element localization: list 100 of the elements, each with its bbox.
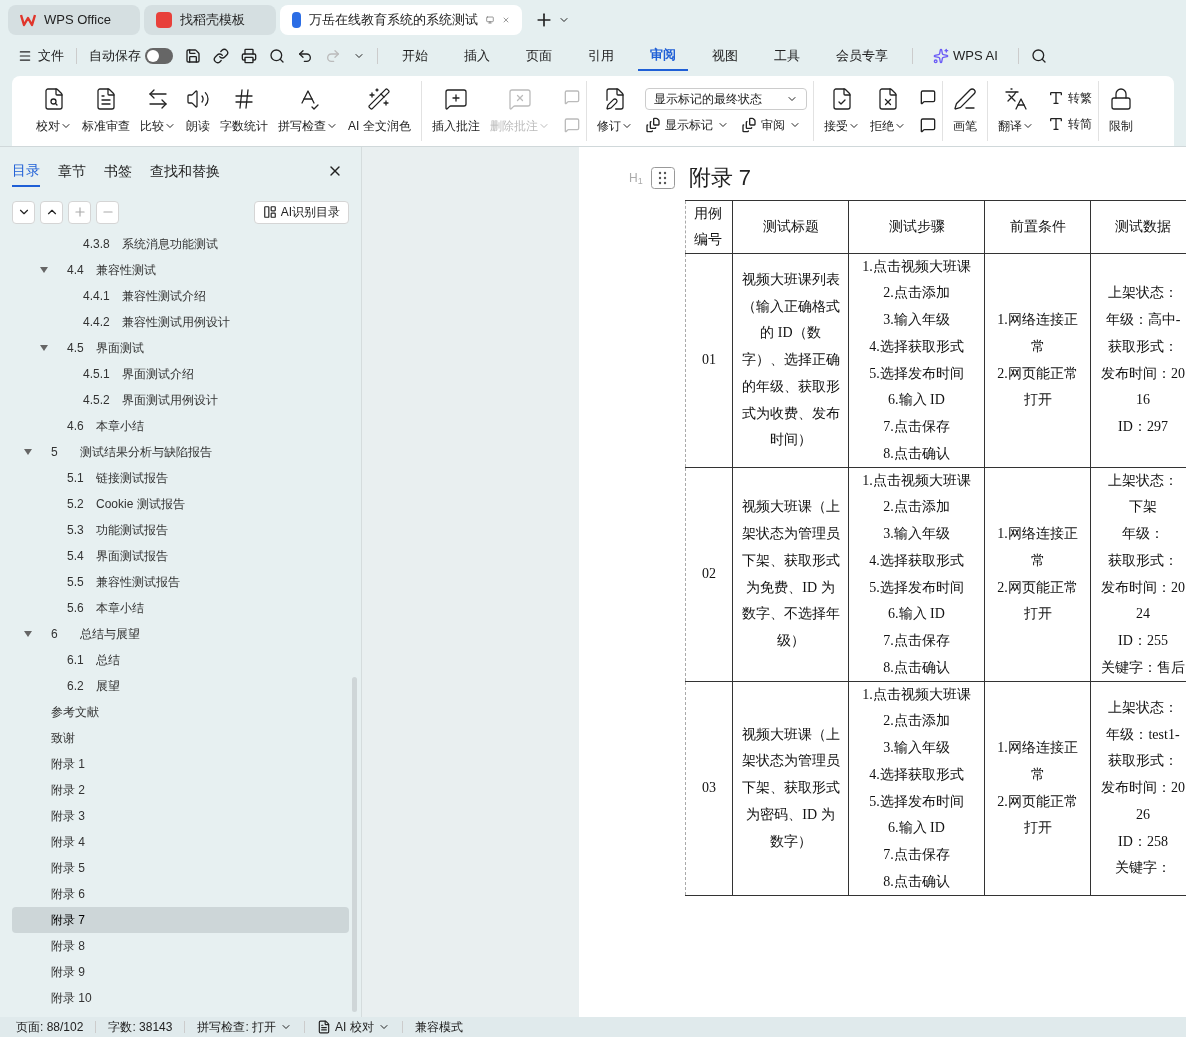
ribbon-button[interactable]: 显示标记 <box>644 116 729 134</box>
toc-item[interactable]: 附录 4 <box>12 829 349 855</box>
ai-toc-button[interactable]: AI识别目录 <box>253 200 349 224</box>
ribbon-button[interactable]: 转繁 <box>1047 89 1092 107</box>
toc-item[interactable]: 附录 5 <box>12 855 349 881</box>
step-text: 8.点击确认 <box>883 658 950 677</box>
expand-triangle-icon[interactable] <box>24 631 32 637</box>
ribbon-button[interactable]: 比较 <box>136 87 180 135</box>
ribbon-button[interactable]: AI 全文润色 <box>344 87 415 135</box>
step-text: 6.输入 ID <box>888 605 945 624</box>
expand-triangle-icon[interactable] <box>40 267 48 273</box>
toc-item[interactable]: 5 测试结果分析与缺陷报告 <box>12 439 349 465</box>
ribbon-button[interactable]: 限制 <box>1104 87 1137 135</box>
autosave-toggle[interactable] <box>145 48 173 64</box>
toc-item[interactable]: 5.4 界面测试报告 <box>12 543 349 569</box>
ribbon-button[interactable]: 修订 <box>592 87 637 135</box>
ribbon-button[interactable]: 标准审查 <box>78 87 134 135</box>
toc-item[interactable]: 6 总结与展望 <box>12 621 349 647</box>
toc-item[interactable]: 4.4.2 兼容性测试用例设计 <box>12 309 349 335</box>
monitor-icon[interactable] <box>486 13 495 27</box>
save-icon[interactable] <box>185 48 201 64</box>
ribbon-tab[interactable]: 引用 <box>576 42 626 70</box>
step-text: 5.选择发布时间 <box>869 578 964 597</box>
toc-item[interactable]: 附录 6 <box>12 881 349 907</box>
toc-item[interactable]: 附录 2 <box>12 777 349 803</box>
ribbon-tab[interactable]: 开始 <box>390 42 440 70</box>
wps-ai-button[interactable]: WPS AI <box>925 46 1006 66</box>
toc-item[interactable]: 附录 10 <box>12 985 349 1011</box>
ribbon-tab[interactable]: 插入 <box>452 42 502 70</box>
toc-item[interactable]: 4.5.1 界面测试介绍 <box>12 361 349 387</box>
expand-triangle-icon[interactable] <box>40 345 48 351</box>
toc-title: 总结与展望 <box>80 626 140 643</box>
outline-button[interactable] <box>12 200 35 224</box>
toc-item[interactable]: 5.5 兼容性测试报告 <box>12 569 349 595</box>
spell-check-status[interactable]: 拼写检查: 打开 <box>197 1018 293 1036</box>
table-cell-text: 获取形式： <box>1108 752 1178 771</box>
toc-number: 5.1 <box>67 470 85 487</box>
toc-item[interactable]: 附录 8 <box>12 933 349 959</box>
drag-handle-icon[interactable] <box>650 166 675 189</box>
print-icon[interactable] <box>241 48 257 64</box>
ribbon-button[interactable]: 接受 <box>819 87 864 135</box>
toc-item[interactable]: 致谢 <box>12 725 349 751</box>
ribbon-button[interactable]: 审阅 <box>740 116 801 134</box>
app-tab[interactable]: 找稻壳模板 <box>144 5 276 35</box>
ribbon-tab[interactable]: 会员专享 <box>824 42 900 70</box>
toc-item[interactable]: 附录 9 <box>12 959 349 985</box>
toc-item[interactable]: 5.6 本章小结 <box>12 595 349 621</box>
undo-icon[interactable] <box>297 48 313 64</box>
markup-select[interactable]: 显示标记的最终状态 <box>644 88 807 110</box>
toc-number: 4.4.2 <box>83 314 111 331</box>
ribbon-tab[interactable]: 视图 <box>700 42 750 70</box>
ribbon-button[interactable]: 朗读 <box>182 87 214 135</box>
ribbon-tab[interactable]: 页面 <box>514 42 564 70</box>
search-icon[interactable] <box>1030 48 1047 64</box>
expand-triangle-icon[interactable] <box>24 449 32 455</box>
step-text: 2.点击添加 <box>883 712 950 731</box>
ribbon-button[interactable]: 校对 <box>32 87 76 135</box>
toc-number: 5.5 <box>67 574 85 591</box>
pane-tab[interactable]: 目录 <box>12 155 40 187</box>
toc-item[interactable]: 4.5 界面测试 <box>12 335 349 361</box>
toc-item[interactable]: 4.3.8 系统消息功能测试 <box>12 231 349 257</box>
toc-item[interactable]: 6.2 展望 <box>12 673 349 699</box>
toc-item[interactable]: 4.6 本章小结 <box>12 413 349 439</box>
file-menu[interactable]: 文件 <box>18 46 64 66</box>
toc-item[interactable]: 5.1 链接测试报告 <box>12 465 349 491</box>
ribbon-button[interactable]: 转简 <box>1047 115 1092 133</box>
link-icon[interactable] <box>213 48 229 64</box>
outline-button[interactable] <box>40 200 63 224</box>
ribbon-tab[interactable]: 审阅 <box>638 41 688 71</box>
document-icon <box>94 87 118 111</box>
toc-item[interactable]: 参考文献 <box>12 699 349 725</box>
toc-item[interactable]: 附录 1 <box>12 751 349 777</box>
toc-item[interactable]: 附录 7 <box>12 907 349 933</box>
ribbon-button[interactable]: 字数统计 <box>216 87 272 135</box>
pane-tab[interactable]: 查找和替换 <box>150 156 220 186</box>
ribbon-tab[interactable]: 工具 <box>762 42 812 70</box>
toc-number: 5.6 <box>67 600 85 617</box>
app-tab[interactable]: 万岳在线教育系统的系统测试 <box>280 5 522 35</box>
scrollbar-thumb[interactable] <box>352 677 357 1012</box>
ribbon-button[interactable]: 拼写检查 <box>274 87 342 135</box>
toc-item[interactable]: 5.2 Cookie 测试报告 <box>12 491 349 517</box>
toc-item[interactable]: 5.3 功能测试报告 <box>12 517 349 543</box>
pane-tab[interactable]: 书签 <box>104 156 132 186</box>
toc-item[interactable]: 4.4 兼容性测试 <box>12 257 349 283</box>
ribbon-button[interactable]: 翻译 <box>993 87 1038 135</box>
comment-arrow-icon[interactable] <box>919 89 936 105</box>
ribbon-button[interactable]: 插入批注 <box>427 87 484 135</box>
toc-item[interactable]: 6.1 总结 <box>12 647 349 673</box>
ai-check-button[interactable]: AI 校对 <box>317 1018 390 1036</box>
app-tab[interactable]: WPS Office <box>8 5 140 35</box>
toc-number: 4.5.2 <box>83 392 111 409</box>
toc-item[interactable]: 附录 3 <box>12 803 349 829</box>
ribbon-button[interactable]: 画笔 <box>948 87 981 135</box>
toc-item[interactable]: 4.5.2 界面测试用例设计 <box>12 387 349 413</box>
toc-item[interactable]: 4.4.1 兼容性测试介绍 <box>12 283 349 309</box>
ribbon-button[interactable]: 拒绝 <box>865 87 910 135</box>
comment-arrow-icon[interactable] <box>919 117 936 133</box>
print-preview-icon[interactable] <box>269 48 285 64</box>
table-cell-text: 24 <box>1136 605 1150 624</box>
pane-tab[interactable]: 章节 <box>58 156 86 186</box>
